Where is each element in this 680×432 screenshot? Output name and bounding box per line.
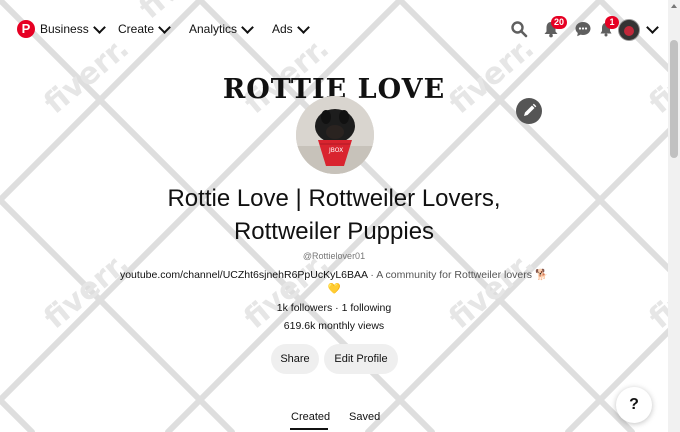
scrollbar[interactable] [668, 0, 680, 432]
profile-photo[interactable]: JBOX [296, 96, 374, 174]
nav-business[interactable]: Business [40, 20, 106, 36]
account-chevron-down-icon[interactable] [646, 21, 659, 34]
avatar[interactable] [618, 19, 640, 41]
followers-count[interactable]: 1k followers [277, 302, 332, 314]
chevron-down-icon [92, 20, 106, 34]
chevron-down-icon [241, 20, 254, 34]
rottweiler-photo: JBOX [296, 96, 374, 174]
scroll-up-arrow-icon[interactable] [671, 4, 677, 8]
profile-name: Rottie Love | Rottweiler Lovers, Rottwei… [0, 182, 668, 248]
profile-website-link[interactable]: youtube.com/channel/UCZht6sjnehR6PpUcKyL… [120, 269, 367, 281]
help-button[interactable]: ? [616, 387, 652, 423]
tab-created-underline [290, 428, 328, 430]
nav-ads-label: Ads [272, 22, 293, 36]
updates-badge: 1 [605, 16, 619, 29]
search-icon[interactable] [510, 20, 528, 38]
nav-create-label: Create [118, 22, 155, 36]
pinterest-logo-icon[interactable]: P [17, 20, 35, 38]
profile-name-line2: Rottweiler Puppies [233, 218, 435, 245]
following-count[interactable]: 1 following [342, 302, 392, 314]
pencil-icon [524, 103, 537, 116]
notifications-badge: 20 [551, 16, 568, 29]
nav-analytics-label: Analytics [189, 22, 238, 36]
tab-created[interactable]: Created [291, 411, 330, 423]
follow-stats: 1k followers · 1 following [0, 302, 668, 314]
edit-profile-button[interactable]: Edit Profile [324, 344, 398, 374]
nav-business-label: Business [40, 22, 89, 36]
chevron-down-icon [158, 20, 171, 34]
edit-cover-button[interactable] [516, 98, 542, 124]
about-separator: · [370, 269, 374, 281]
chevron-down-icon [296, 20, 310, 34]
heart-emoji: 💛 [327, 283, 341, 295]
follow-separator: · [335, 302, 339, 314]
profile-description: A community for Rottweiler lovers [376, 269, 533, 281]
svg-text:JBOX: JBOX [328, 147, 343, 154]
monthly-views: 619.6k monthly views [283, 320, 385, 332]
chat-icon[interactable] [574, 20, 592, 38]
profile-handle: @Rottielover01 [302, 251, 366, 261]
avatar-image [624, 26, 634, 36]
scrollbar-thumb[interactable] [670, 40, 678, 158]
share-button[interactable]: Share [271, 344, 319, 374]
nav-create[interactable]: Create [118, 20, 171, 36]
profile-name-line1: Rottie Love | Rottweiler Lovers, [167, 185, 501, 212]
profile-about: youtube.com/channel/UCZht6sjnehR6PpUcKyL… [0, 268, 668, 296]
top-navigation-bar: P Business Create Analytics Ads 20 1 [0, 0, 668, 60]
nav-analytics[interactable]: Analytics [189, 20, 254, 36]
tab-saved[interactable]: Saved [349, 411, 380, 423]
dog-emoji: 🐕 [534, 269, 549, 281]
nav-ads[interactable]: Ads [272, 20, 310, 36]
